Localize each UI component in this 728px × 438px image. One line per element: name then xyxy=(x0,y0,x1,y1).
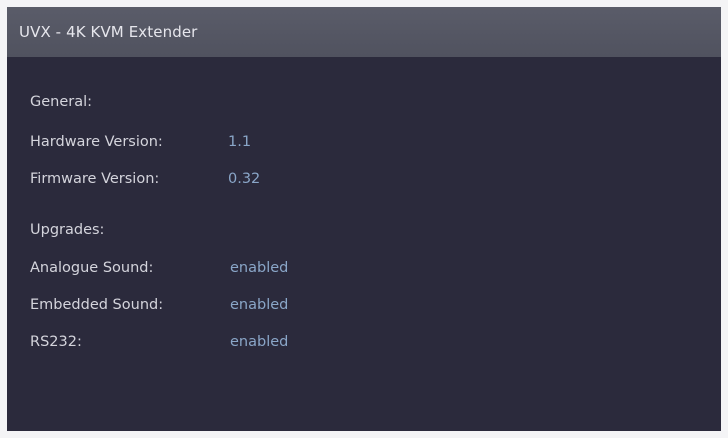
hardware-version-value: 1.1 xyxy=(228,134,252,150)
hardware-version-label: Hardware Version: xyxy=(30,134,163,150)
app-window: UVX - 4K KVM Extender General: Hardware … xyxy=(7,7,721,431)
upgrade-row-rs232: RS232: enabled xyxy=(30,334,288,350)
embedded-sound-value: enabled xyxy=(230,297,289,313)
window-title: UVX - 4K KVM Extender xyxy=(19,23,198,41)
firmware-version-value: 0.32 xyxy=(228,171,261,187)
upgrade-row-embedded-sound: Embedded Sound: enabled xyxy=(30,297,288,313)
general-heading: General: xyxy=(30,94,93,110)
rs232-label: RS232: xyxy=(30,334,82,350)
analogue-sound-value: enabled xyxy=(230,260,289,276)
firmware-version-row: Firmware Version: 0.32 xyxy=(30,171,260,187)
upgrades-heading: Upgrades: xyxy=(30,222,105,238)
firmware-version-label: Firmware Version: xyxy=(30,171,160,187)
rs232-value: enabled xyxy=(230,334,289,350)
embedded-sound-label: Embedded Sound: xyxy=(30,297,164,313)
analogue-sound-label: Analogue Sound: xyxy=(30,260,154,276)
title-bar: UVX - 4K KVM Extender xyxy=(7,7,721,57)
upgrade-row-analogue-sound: Analogue Sound: enabled xyxy=(30,260,288,276)
hardware-version-row: Hardware Version: 1.1 xyxy=(30,134,251,150)
